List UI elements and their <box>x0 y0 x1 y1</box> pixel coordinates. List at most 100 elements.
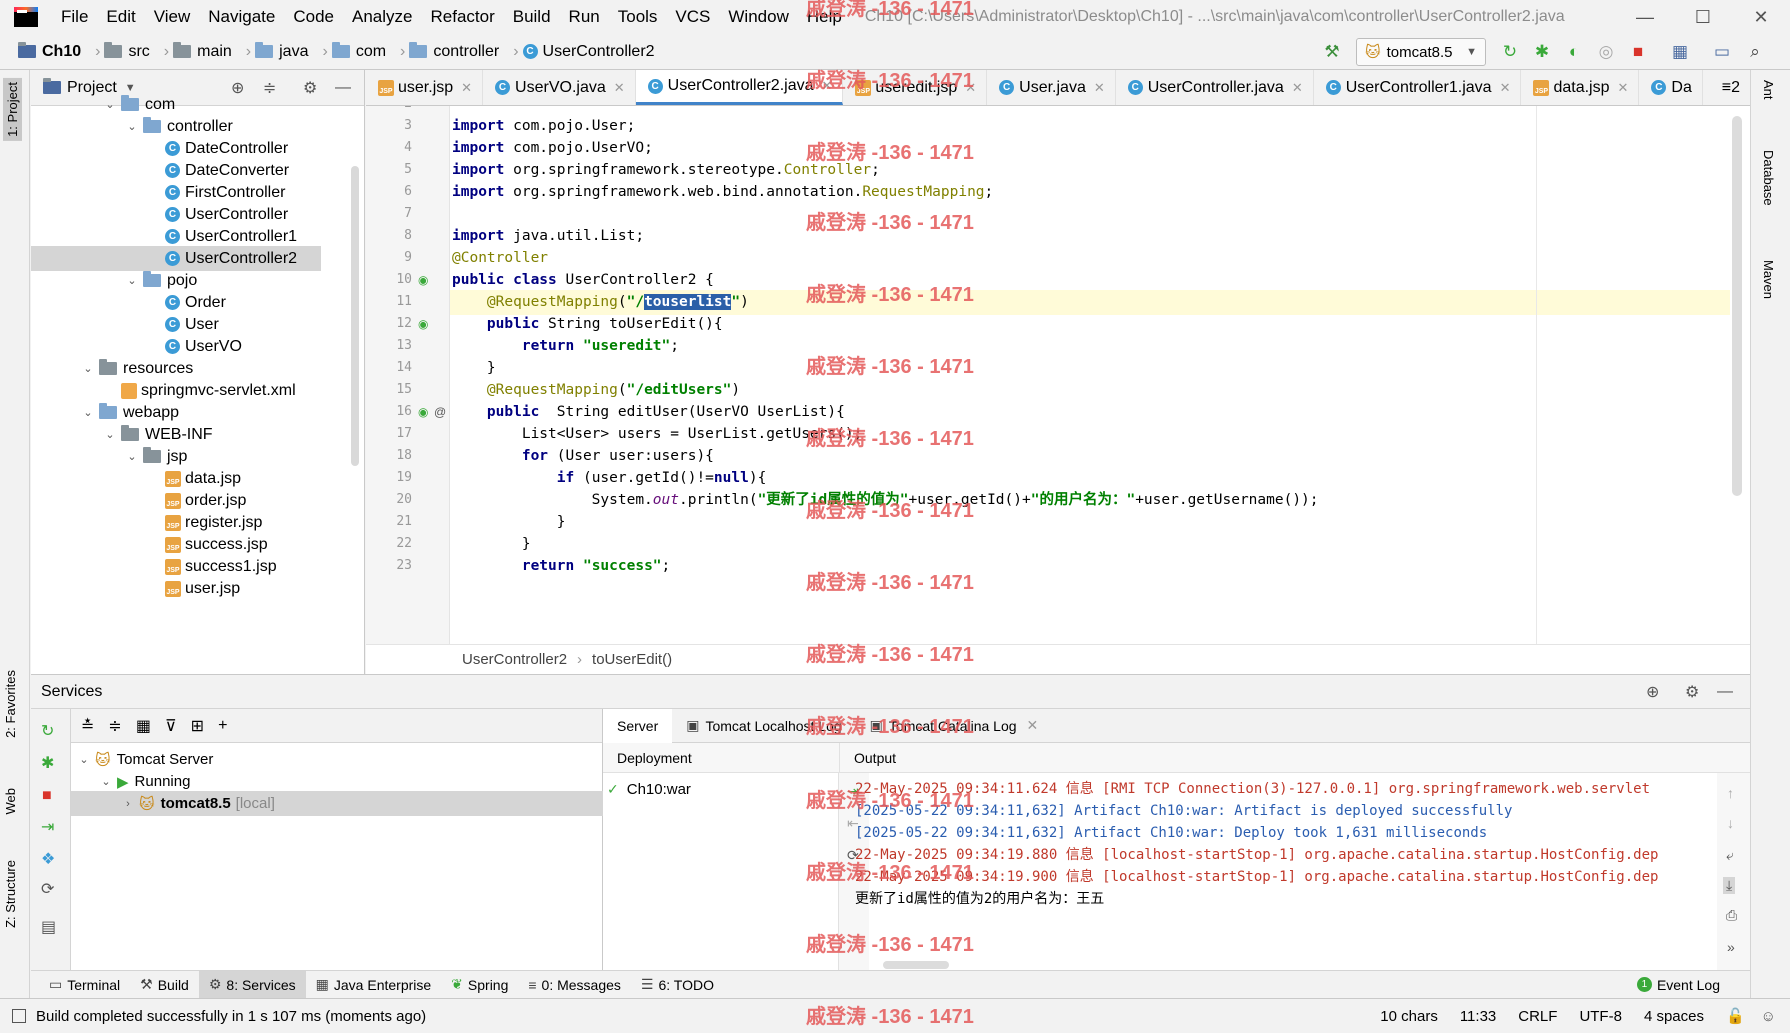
status-position[interactable]: 11:33 <box>1460 1008 1496 1025</box>
editor-tab[interactable]: C Da <box>1639 70 1703 105</box>
tree-scrollbar[interactable] <box>351 166 359 466</box>
more-icon[interactable]: » <box>1727 939 1735 955</box>
code-line[interactable]: System.out.println("更新了id属性的值为"+user.get… <box>452 488 1319 513</box>
menu-refactor[interactable]: Refactor <box>421 7 503 27</box>
status-message[interactable]: Build completed successfully in 1 s 107 … <box>36 1008 426 1025</box>
status-encoding[interactable]: UTF-8 <box>1579 1008 1622 1025</box>
print-icon[interactable]: ⎙ <box>1726 907 1737 924</box>
editor-tab[interactable]: JSP user.jsp ✕ <box>366 70 484 105</box>
close-tab-icon[interactable]: ✕ <box>1500 80 1511 96</box>
maximize-icon[interactable]: ☐ <box>1674 0 1732 34</box>
breadcrumb-item[interactable]: › com <box>308 42 386 61</box>
add-icon[interactable]: + <box>218 717 227 735</box>
at-icon[interactable]: @ <box>434 405 446 419</box>
services-subtab[interactable]: ▣ Tomcat Catalina Log ✕ <box>856 709 1053 743</box>
inspector-icon[interactable]: ☺ <box>1761 1008 1776 1025</box>
menu-navigate[interactable]: Navigate <box>199 7 284 27</box>
tab-project-tool[interactable]: 1: Project <box>3 78 22 141</box>
rerun-icon[interactable]: ↻ <box>1500 42 1520 62</box>
close-tab-icon[interactable]: ✕ <box>614 80 625 96</box>
bottom-tab[interactable]: ≡ 0: Messages <box>518 971 631 999</box>
locate-icon[interactable]: ⊕ <box>1646 682 1659 702</box>
collapse-all-icon[interactable]: ≑ <box>108 716 121 736</box>
status-indent[interactable]: 4 spaces <box>1644 1008 1704 1025</box>
tab-structure-tool[interactable]: Z: Structure <box>3 860 18 928</box>
menu-window[interactable]: Window <box>719 7 797 27</box>
editor-tab[interactable]: C UserVO.java ✕ <box>483 70 636 105</box>
hide-icon[interactable]: — <box>1717 683 1733 701</box>
breadcrumb-item[interactable]: › src <box>81 42 150 61</box>
hide-icon[interactable]: — <box>335 79 351 97</box>
rerun-icon[interactable]: ↻ <box>41 721 54 741</box>
bottom-tab[interactable]: ❦ Spring <box>441 971 518 999</box>
soft-wrap-icon[interactable]: ⤶ <box>1726 847 1734 864</box>
event-log-button[interactable]: 1 Event Log <box>1636 977 1720 993</box>
menu-file[interactable]: File <box>52 7 97 27</box>
close-tab-icon[interactable]: ✕ <box>461 80 472 96</box>
project-structure-icon[interactable]: ▦ <box>1670 42 1690 62</box>
bean-icon[interactable]: ◉ <box>418 273 428 287</box>
editor-tab[interactable]: C UserController.java ✕ <box>1116 70 1314 105</box>
debug-icon[interactable]: ✱ <box>41 753 54 773</box>
menu-analyze[interactable]: Analyze <box>343 7 421 27</box>
stop-icon[interactable]: ■ <box>1628 42 1648 62</box>
group-icon[interactable]: ▦ <box>136 716 151 736</box>
gear-icon[interactable]: ⚙ <box>1685 682 1699 702</box>
menu-edit[interactable]: Edit <box>97 7 144 27</box>
close-tab-icon[interactable]: ✕ <box>1618 80 1629 96</box>
menu-vcs[interactable]: VCS <box>666 7 719 27</box>
output-log[interactable]: 22-May-2025 09:34:11.624 信息 [RMI TCP Con… <box>603 773 1750 971</box>
editor-tab[interactable]: C UserController2.java ✕ <box>635 70 844 105</box>
bottom-tab[interactable]: ⚒ Build <box>130 971 199 999</box>
minimize-icon[interactable]: — <box>1616 0 1674 34</box>
bottom-tab[interactable]: ▭ Terminal <box>39 971 130 999</box>
tab-favorites-tool[interactable]: 2: Favorites <box>3 670 18 738</box>
coverage-icon[interactable]: ◐ <box>1564 42 1584 62</box>
editor-tab[interactable]: JSP useredit.jsp ✕ <box>843 70 988 105</box>
new-tab-icon[interactable]: ⊞ <box>191 716 204 736</box>
output-hscrollbar[interactable] <box>883 961 949 969</box>
bottom-tab[interactable]: ⚙ 8: Services <box>198 970 306 999</box>
deploy-icon[interactable]: ⇥ <box>41 817 54 837</box>
close-tab-icon[interactable]: ✕ <box>822 78 833 94</box>
service-tree-item[interactable]: › 🐱 tomcat8.5 [local] <box>71 791 603 816</box>
lock-icon[interactable]: 🔓 <box>1726 1007 1745 1025</box>
scroll-to-end-icon[interactable]: ⤓ <box>1723 877 1736 894</box>
tab-maven-tool[interactable]: Maven <box>1761 260 1776 299</box>
tab-database-tool[interactable]: Database <box>1761 150 1776 206</box>
stop-icon[interactable]: ■ <box>42 787 52 805</box>
breadcrumb-item[interactable]: › main <box>150 42 232 61</box>
expand-all-icon[interactable]: ≛ <box>81 716 94 736</box>
close-tab-icon[interactable]: ✕ <box>1292 80 1303 96</box>
status-toggle-icon[interactable] <box>12 1009 26 1023</box>
bean-icon[interactable]: ◉ <box>418 317 428 331</box>
breadcrumb-class[interactable]: UserController2 <box>462 651 567 668</box>
close-tab-icon[interactable]: ✕ <box>965 80 976 96</box>
editor-tab[interactable]: JSP data.jsp ✕ <box>1521 70 1640 105</box>
layout-icon[interactable]: ▤ <box>41 917 56 937</box>
bottom-tab[interactable]: ▦ Java Enterprise <box>306 971 442 999</box>
code-line[interactable]: import org.springframework.web.bind.anno… <box>452 180 993 205</box>
menu-build[interactable]: Build <box>504 7 560 27</box>
debug-icon[interactable]: ✱ <box>1532 42 1552 62</box>
menu-run[interactable]: Run <box>560 7 609 27</box>
run-configuration-select[interactable]: 🐱 tomcat8.5 ▼ <box>1356 38 1486 66</box>
vcs-icon[interactable]: ▭ <box>1712 42 1732 62</box>
code-editor[interactable]: 234567891011121314151617181920212223◉◉◉@… <box>366 106 1750 644</box>
editor-tab[interactable]: C User.java ✕ <box>987 70 1116 105</box>
breadcrumb-method[interactable]: toUserEdit() <box>592 651 672 668</box>
breadcrumb-item[interactable]: › C UserController2 <box>499 43 654 61</box>
tab-ant-tool[interactable]: Ant <box>1761 80 1776 100</box>
breadcrumb-item[interactable]: › controller <box>386 42 499 61</box>
close-window-icon[interactable]: ✕ <box>1732 0 1790 34</box>
arrow-up-icon[interactable]: ↑ <box>1727 785 1734 801</box>
menu-view[interactable]: View <box>145 7 200 27</box>
arrow-down-icon[interactable]: ↓ <box>1727 815 1734 831</box>
bean-icon[interactable]: ◉ <box>418 405 428 419</box>
refresh-icon[interactable]: ⟳ <box>41 879 54 899</box>
inspection-ok-icon[interactable]: ✓ <box>1724 106 1736 111</box>
artifact-icon[interactable]: ❖ <box>41 849 55 869</box>
services-subtab[interactable]: ▣ Tomcat Localhost Log <box>672 709 855 743</box>
editor-tab[interactable]: C UserController1.java ✕ <box>1314 70 1522 105</box>
services-subtab[interactable]: Server <box>603 708 673 743</box>
